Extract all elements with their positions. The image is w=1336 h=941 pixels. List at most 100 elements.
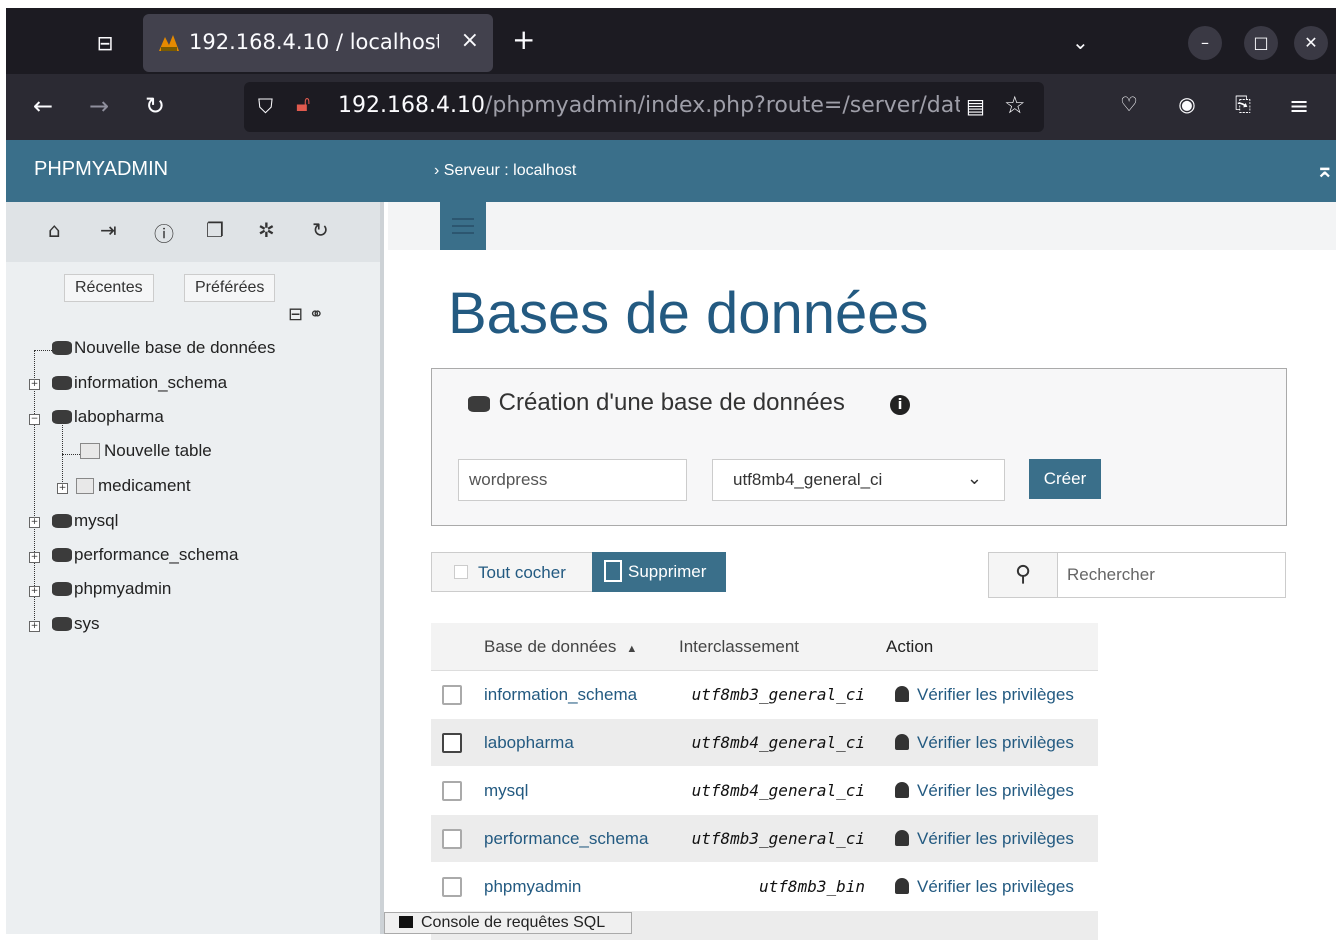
check-all-label[interactable]: Tout cocher	[478, 563, 566, 583]
tree-table-medicament[interactable]: medicament	[76, 476, 191, 496]
row-checkbox[interactable]	[442, 781, 462, 801]
account-icon[interactable]: ◉	[1172, 92, 1202, 116]
check-all-checkbox[interactable]	[454, 565, 468, 579]
phpmyadmin-favicon-icon	[159, 35, 179, 51]
user-icon	[895, 734, 909, 750]
settings-gear-icon[interactable]: ✲	[258, 218, 275, 242]
tree-new-table[interactable]: Nouvelle table	[80, 441, 212, 461]
table-header: Base de données ▲ Interclassement Action	[431, 623, 1098, 671]
insecure-lock-icon[interactable]: 🔓︎	[296, 92, 310, 117]
user-icon	[895, 686, 909, 702]
expand-icon[interactable]: +	[29, 379, 40, 390]
tab-list-icon[interactable]: ⊟	[90, 28, 120, 58]
scroll-top-icon[interactable]: ⌅	[1316, 158, 1334, 183]
check-privileges-link[interactable]: Vérifier les privilèges	[895, 877, 1074, 897]
table-row: phpmyadmin utf8mb3_bin Vérifier les priv…	[431, 863, 1098, 911]
docs-icon[interactable]: ❐	[206, 218, 224, 242]
expand-icon[interactable]: +	[29, 517, 40, 528]
reload-icon[interactable]: ↻	[140, 92, 170, 120]
check-privileges-link[interactable]: Vérifier les privilèges	[895, 829, 1074, 849]
sort-asc-icon: ▲	[626, 643, 638, 655]
tree-db-sys[interactable]: sys	[52, 614, 100, 634]
menu-strip	[388, 202, 1336, 250]
create-button[interactable]: Créer	[1029, 459, 1101, 499]
logout-icon[interactable]: ⇥	[100, 218, 117, 242]
database-link[interactable]: phpmyadmin	[484, 877, 581, 897]
column-header-database[interactable]: Base de données ▲	[484, 637, 637, 657]
url-bar[interactable]: ⛉ 🔓︎ 192.168.4.10/phpmyadmin/index.php?r…	[244, 82, 1044, 132]
close-tab-icon[interactable]: ×	[461, 28, 479, 53]
close-window-icon[interactable]: ✕	[1294, 26, 1328, 60]
bookmark-star-icon[interactable]: ☆	[1004, 91, 1026, 119]
search-icon[interactable]: ⚲	[988, 552, 1058, 598]
browser-navbar: ← → ↻ ⛉ 🔓︎ 192.168.4.10/phpmyadmin/index…	[6, 74, 1336, 140]
collation-cell: utf8mb3_general_ci	[691, 829, 865, 848]
info-icon[interactable]: i	[890, 395, 910, 415]
collapse-all-link-icons[interactable]: ⊟ ⚭	[288, 304, 324, 325]
expand-icon[interactable]: +	[29, 621, 40, 632]
pma-topbar: › Serveur : localhost ⌅	[384, 140, 1336, 202]
recent-tables-button[interactable]: Récentes	[64, 274, 154, 302]
forward-icon[interactable]: →	[84, 92, 114, 120]
extensions-icon[interactable]: ⎘	[1228, 92, 1258, 116]
tree-line	[62, 454, 80, 455]
databases-table: Base de données ▲ Interclassement Action …	[431, 623, 1098, 941]
database-icon	[52, 514, 72, 528]
user-icon	[895, 878, 909, 894]
pma-brand[interactable]: PHPMYADMIN	[34, 158, 168, 181]
chevron-down-icon[interactable]: ⌄	[1072, 30, 1089, 54]
expand-icon[interactable]: +	[57, 483, 68, 494]
database-name-input[interactable]: wordpress	[458, 459, 687, 501]
minimize-icon[interactable]: –	[1188, 26, 1222, 60]
favorite-tables-button[interactable]: Préférées	[184, 274, 276, 302]
search-input[interactable]: Rechercher	[1057, 552, 1286, 598]
table-row: mysql utf8mb4_general_ci Vérifier les pr…	[431, 767, 1098, 815]
tree-db-information-schema[interactable]: information_schema	[52, 373, 227, 393]
hamburger-menu-icon[interactable]	[440, 202, 486, 250]
collation-select[interactable]: utf8mb4_general_ci ⌄	[712, 459, 1005, 501]
check-privileges-link[interactable]: Vérifier les privilèges	[895, 685, 1074, 705]
tree-db-performance-schema[interactable]: performance_schema	[52, 545, 238, 565]
database-link[interactable]: information_schema	[484, 685, 637, 705]
reader-view-icon[interactable]: ▤	[966, 94, 985, 118]
home-icon[interactable]: ⌂	[48, 218, 61, 242]
collation-cell: utf8mb4_general_ci	[691, 781, 865, 800]
pma-logo-bar: PHPMYADMIN ←	[6, 140, 403, 202]
database-icon	[52, 410, 72, 424]
new-tab-button[interactable]: +	[512, 26, 535, 54]
database-icon	[52, 341, 72, 355]
breadcrumb-server[interactable]: › Serveur : localhost	[434, 162, 576, 180]
sql-console-bar[interactable]: Console de requêtes SQL	[384, 912, 632, 934]
check-privileges-link[interactable]: Vérifier les privilèges	[895, 781, 1074, 801]
tree-new-database[interactable]: Nouvelle base de données	[52, 338, 275, 358]
row-checkbox[interactable]	[442, 829, 462, 849]
maximize-icon[interactable]: □	[1244, 26, 1278, 60]
row-checkbox[interactable]	[442, 733, 462, 753]
pocket-icon[interactable]: ♡	[1114, 92, 1144, 116]
delete-button[interactable]: Supprimer	[592, 552, 726, 592]
table-icon	[76, 478, 94, 494]
expand-icon[interactable]: +	[29, 552, 40, 563]
browser-tab[interactable]: 192.168.4.10 / localhost ×	[143, 14, 493, 72]
column-header-collation[interactable]: Interclassement	[679, 637, 799, 657]
back-icon[interactable]: ←	[28, 92, 58, 120]
database-icon	[52, 582, 72, 596]
expand-icon[interactable]: +	[29, 586, 40, 597]
reload-nav-icon[interactable]: ↻	[312, 218, 329, 242]
database-link[interactable]: labopharma	[484, 733, 574, 753]
check-all-control[interactable]: Tout cocher	[431, 552, 593, 592]
tree-db-labopharma[interactable]: labopharma	[52, 407, 164, 427]
check-privileges-link[interactable]: Vérifier les privilèges	[895, 733, 1074, 753]
row-checkbox[interactable]	[442, 685, 462, 705]
database-link[interactable]: mysql	[484, 781, 528, 801]
database-link[interactable]: performance_schema	[484, 829, 648, 849]
tree-db-phpmyadmin[interactable]: phpmyadmin	[52, 579, 171, 599]
collapse-icon[interactable]: −	[29, 414, 40, 425]
main-content: Bases de données Création d'une base de …	[388, 202, 1336, 941]
shield-icon[interactable]: ⛉	[258, 94, 273, 118]
info-icon[interactable]: ⓘ	[154, 218, 174, 247]
tree-db-mysql[interactable]: mysql	[52, 511, 118, 531]
row-checkbox[interactable]	[442, 877, 462, 897]
menu-icon[interactable]: ≡	[1284, 92, 1314, 120]
url-text[interactable]: 192.168.4.10/phpmyadmin/index.php?route=…	[338, 93, 960, 118]
